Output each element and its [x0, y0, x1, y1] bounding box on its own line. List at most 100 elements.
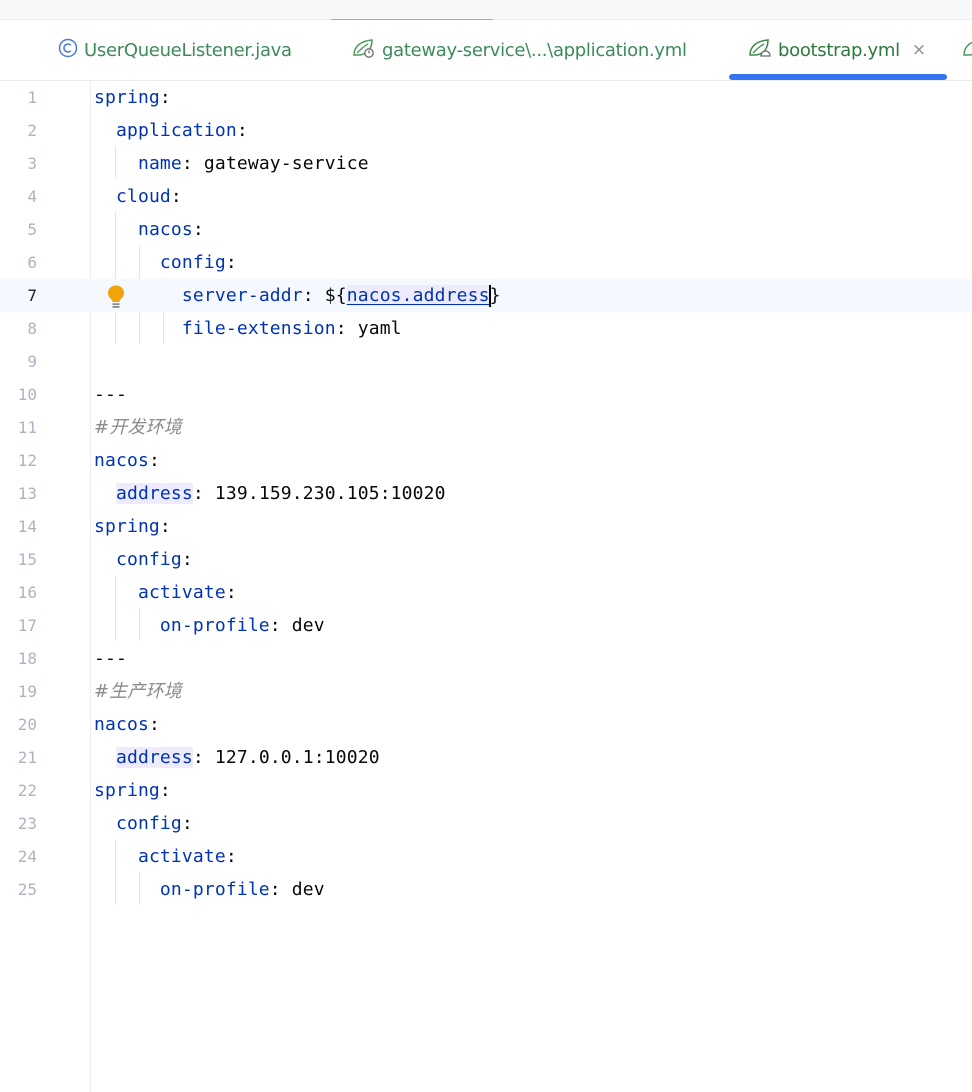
- code-line: 18 ---: [0, 642, 972, 675]
- line-number: 2: [27, 121, 37, 140]
- yaml-key: file-extension: [181, 318, 336, 339]
- line-number: 14: [17, 517, 37, 536]
- property-reference[interactable]: nacos.address: [346, 285, 490, 306]
- yaml-value: 127.0.0.1:10020: [214, 747, 380, 768]
- code-text[interactable]: file-extension: yaml: [94, 312, 402, 345]
- tab-label: UserQueueListener.java: [84, 39, 292, 61]
- code-line: 14 spring:: [0, 510, 972, 543]
- line-number: 7: [27, 286, 37, 305]
- class-icon: [58, 38, 78, 62]
- code-line: 9: [0, 345, 972, 378]
- line-number: 9: [27, 352, 37, 371]
- tab-user-queue-listener[interactable]: UserQueueListener.java: [58, 20, 292, 80]
- code-line: 24 activate:: [0, 840, 972, 873]
- code-line: 20 nacos:: [0, 708, 972, 741]
- yaml-key: name: [137, 153, 182, 174]
- code-line: 8 file-extension: yaml: [0, 312, 972, 345]
- line-number: 24: [17, 847, 37, 866]
- line-number: 12: [17, 451, 37, 470]
- code-text[interactable]: on-profile: dev: [94, 609, 325, 642]
- yaml-key: cloud: [115, 186, 171, 207]
- line-number: 20: [17, 715, 37, 734]
- tab-gateway-application-yml[interactable]: gateway-service\...\application.yml: [352, 20, 687, 80]
- punctuation: :: [269, 615, 292, 636]
- tab-label: bootstrap.yml: [778, 39, 900, 61]
- yaml-key: server-addr: [181, 285, 303, 306]
- intention-bulb-icon[interactable]: [106, 284, 126, 310]
- yaml-value: 139.159.230.105:10020: [214, 483, 446, 504]
- code-text[interactable]: #生产环境: [94, 675, 182, 708]
- punctuation: :: [225, 252, 237, 273]
- document-separator[interactable]: ---: [94, 378, 127, 411]
- code-line: 23 config:: [0, 807, 972, 840]
- code-text[interactable]: name: gateway-service: [94, 147, 369, 180]
- spring-config-icon: [962, 38, 972, 62]
- punctuation: :: [192, 483, 215, 504]
- line-number: 21: [17, 748, 37, 767]
- code-text[interactable]: nacos:: [94, 708, 160, 741]
- code-text[interactable]: spring:: [94, 774, 171, 807]
- punctuation: :: [181, 813, 193, 834]
- yaml-key: config: [159, 252, 226, 273]
- code-line: 19 #生产环境: [0, 675, 972, 708]
- line-number: 3: [27, 154, 37, 173]
- yaml-key-highlighted: address: [115, 747, 193, 768]
- punctuation: :: [236, 120, 248, 141]
- yaml-key: activate: [137, 582, 226, 603]
- line-number: 4: [27, 187, 37, 206]
- code-text[interactable]: application:: [94, 114, 248, 147]
- line-number: 1: [27, 88, 37, 107]
- code-text[interactable]: activate:: [94, 576, 237, 609]
- line-number: 19: [17, 682, 37, 701]
- code-text[interactable]: config:: [94, 807, 193, 840]
- code-text[interactable]: spring:: [94, 510, 171, 543]
- code-text[interactable]: spring:: [94, 81, 171, 114]
- code-line: 13 address: 139.159.230.105:10020: [0, 477, 972, 510]
- code-text[interactable]: nacos:: [94, 213, 204, 246]
- code-text[interactable]: config:: [94, 246, 237, 279]
- code-text[interactable]: config:: [94, 543, 193, 576]
- line-number: 22: [17, 781, 37, 800]
- tab-bootstrap-yml[interactable]: bootstrap.yml ×: [748, 20, 926, 80]
- yaml-comment: #生产环境: [94, 681, 182, 702]
- code-line: 1 spring:: [0, 81, 972, 114]
- close-tab-icon[interactable]: ×: [912, 41, 926, 59]
- yaml-key: nacos: [94, 714, 149, 735]
- punctuation: :: [181, 153, 204, 174]
- punctuation: :: [148, 714, 160, 735]
- code-line: 4 cloud:: [0, 180, 972, 213]
- yaml-value: dev: [291, 879, 325, 900]
- code-text[interactable]: #开发环境: [94, 411, 182, 444]
- punctuation: :: [148, 450, 160, 471]
- code-text[interactable]: server-addr: ${nacos.address}: [94, 279, 501, 312]
- code-text[interactable]: cloud:: [94, 180, 182, 213]
- punctuation: :: [159, 516, 171, 537]
- placeholder-close: }: [489, 285, 501, 306]
- code-line: 11 #开发环境: [0, 411, 972, 444]
- code-line: 17 on-profile: dev: [0, 609, 972, 642]
- code-line: 2 application:: [0, 114, 972, 147]
- code-line: 25 on-profile: dev: [0, 873, 972, 906]
- line-number: 17: [17, 616, 37, 635]
- code-text[interactable]: activate:: [94, 840, 237, 873]
- yaml-key: nacos: [94, 450, 149, 471]
- active-tab-indicator: [729, 74, 947, 80]
- code-text[interactable]: address: 139.159.230.105:10020: [94, 477, 446, 510]
- code-text[interactable]: nacos:: [94, 444, 160, 477]
- tab-overflow[interactable]: [962, 20, 972, 80]
- punctuation: :: [159, 87, 171, 108]
- punctuation: :: [192, 219, 204, 240]
- line-number: 16: [17, 583, 37, 602]
- punctuation: :: [225, 846, 237, 867]
- code-text[interactable]: on-profile: dev: [94, 873, 325, 906]
- document-separator[interactable]: ---: [94, 642, 127, 675]
- punctuation: :: [170, 186, 182, 207]
- code-text[interactable]: address: 127.0.0.1:10020: [94, 741, 380, 774]
- yaml-key: config: [115, 549, 182, 570]
- code-line-current: 7 server-addr: ${nacos.address}: [0, 279, 972, 312]
- yaml-value: yaml: [357, 318, 402, 339]
- yaml-key: spring: [94, 516, 160, 537]
- yaml-key: config: [115, 813, 182, 834]
- spring-config-icon: [748, 38, 772, 62]
- yaml-value: gateway-service: [203, 153, 369, 174]
